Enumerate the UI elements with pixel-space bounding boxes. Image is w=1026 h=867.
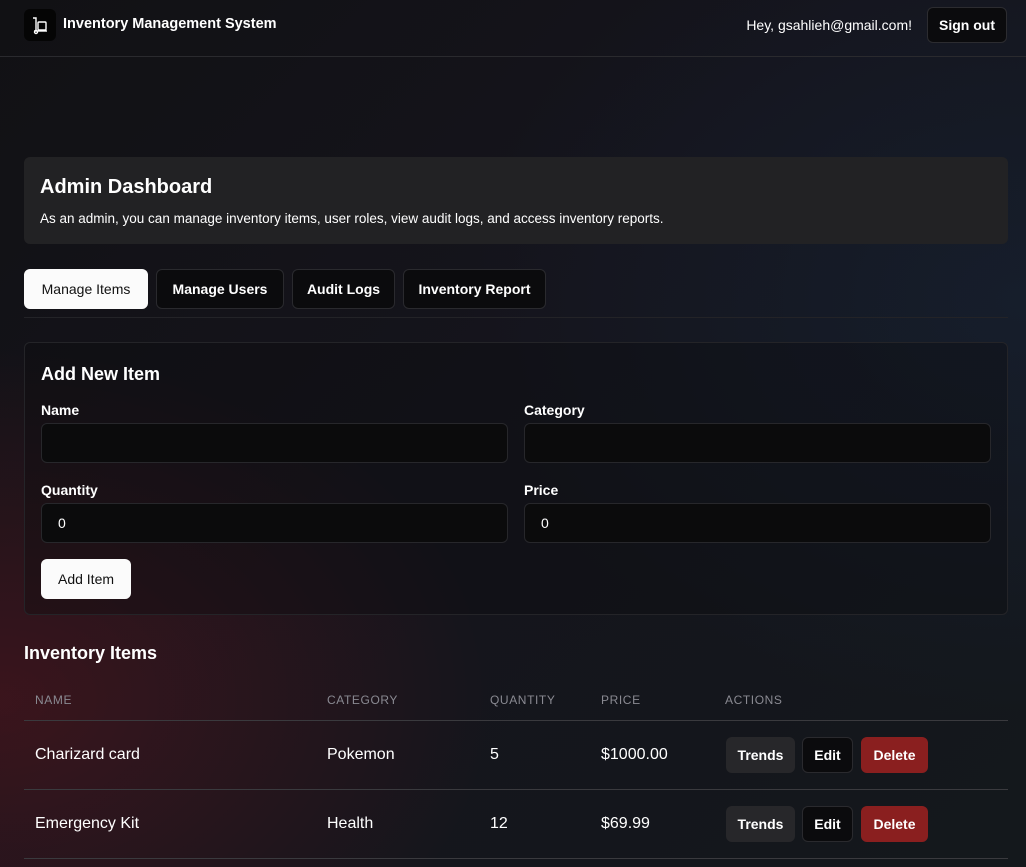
- tab-manage-items[interactable]: Manage Items: [24, 269, 148, 309]
- add-item-button[interactable]: Add Item: [41, 559, 131, 599]
- name-input[interactable]: [41, 423, 508, 463]
- inventory-title: Inventory Items: [24, 643, 158, 663]
- column-header-category: CATEGORY: [327, 693, 399, 707]
- cell-name: Emergency Kit: [35, 815, 140, 832]
- cell-category: Health: [327, 815, 374, 832]
- cell-price: $1000.00: [601, 746, 668, 763]
- cell-category: Pokemon: [327, 746, 395, 763]
- tab-audit-logs[interactable]: Audit Logs: [292, 269, 395, 309]
- delete-button[interactable]: Delete: [861, 737, 928, 773]
- add-item-form: Add New Item Name Category Quantity Pric…: [24, 342, 1008, 615]
- dashboard-description: As an admin, you can manage inventory it…: [40, 211, 664, 226]
- column-header-price: PRICE: [601, 693, 641, 707]
- cell-quantity: 12: [490, 815, 508, 832]
- category-input[interactable]: [524, 423, 991, 463]
- form-title: Add New Item: [41, 364, 161, 384]
- cell-quantity: 5: [490, 746, 499, 763]
- name-label: Name: [41, 402, 80, 418]
- edit-button[interactable]: Edit: [802, 737, 853, 773]
- quantity-label: Quantity: [41, 482, 98, 498]
- delete-button[interactable]: Delete: [861, 806, 928, 842]
- table-header: NAME CATEGORY QUANTITY PRICE ACTIONS: [24, 684, 1008, 721]
- tab-manage-users[interactable]: Manage Users: [156, 269, 284, 309]
- tab-inventory-report[interactable]: Inventory Report: [403, 269, 546, 309]
- user-greeting: Hey, gsahlieh@gmail.com!: [746, 17, 912, 33]
- app-logo: [24, 9, 56, 41]
- admin-dashboard-card: Admin Dashboard As an admin, you can man…: [24, 157, 1008, 244]
- table-row: Charizard card Pokemon 5 $1000.00 Trends…: [24, 721, 1008, 790]
- sign-out-button[interactable]: Sign out: [927, 7, 1007, 43]
- table-row: Emergency Kit Health 12 $69.99 Trends Ed…: [24, 790, 1008, 859]
- price-label: Price: [524, 482, 559, 498]
- app-title: Inventory Management System: [63, 16, 277, 32]
- column-header-actions: ACTIONS: [725, 693, 783, 707]
- trends-button[interactable]: Trends: [726, 806, 795, 842]
- quantity-input[interactable]: [41, 503, 508, 543]
- page-title: Admin Dashboard: [40, 176, 213, 198]
- edit-button[interactable]: Edit: [802, 806, 853, 842]
- column-header-name: NAME: [35, 693, 73, 707]
- tabs-divider: [24, 317, 1008, 318]
- column-header-quantity: QUANTITY: [490, 693, 556, 707]
- top-navbar: Inventory Management System Hey, gsahlie…: [0, 0, 1026, 57]
- category-label: Category: [524, 402, 585, 418]
- cell-price: $69.99: [601, 815, 650, 832]
- price-input[interactable]: [524, 503, 991, 543]
- hand-truck-icon: [33, 17, 47, 35]
- cell-name: Charizard card: [35, 746, 140, 763]
- trends-button[interactable]: Trends: [726, 737, 795, 773]
- inventory-table: NAME CATEGORY QUANTITY PRICE ACTIONS Cha…: [24, 684, 1008, 859]
